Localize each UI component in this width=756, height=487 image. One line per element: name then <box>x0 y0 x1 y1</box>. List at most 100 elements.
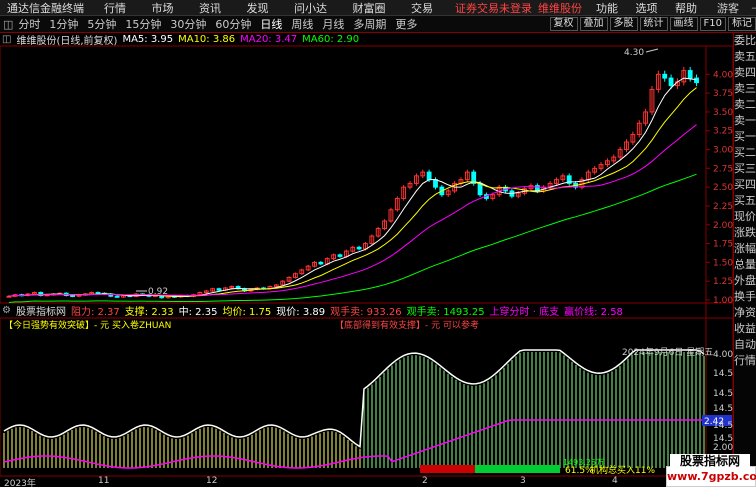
stat-vol: 1493.25万 <box>563 458 604 467</box>
side-item[interactable]: 买一 <box>734 129 756 145</box>
side-item[interactable]: 自动 <box>734 337 756 353</box>
candle-body <box>477 182 483 196</box>
legend-ma5: MA5: 3.95 <box>122 34 174 45</box>
sub-y-tick-label: 4.00 <box>713 350 733 360</box>
sub-y-tick-label: 14.50 <box>713 389 733 399</box>
ind-resist: 阻力: 2.37 <box>70 307 120 317</box>
annot-left: 【今日强势有效突破】- 元 买入卷ZHUAN <box>4 319 171 331</box>
ind-avg: 均价: 1.75 <box>222 307 272 317</box>
watermark-title: 股票指标网 <box>670 454 750 468</box>
sub-y-tick-label: 14.50 <box>713 421 733 431</box>
y-tick-label: 3.25 <box>713 127 733 137</box>
side-item[interactable]: 涨跌 <box>734 225 756 241</box>
ind-winline: 赢价线: 2.58 <box>564 307 623 317</box>
indicator-envelope <box>3 349 705 448</box>
ind-price: 现价: 3.89 <box>276 307 326 317</box>
date-tick: 11 <box>98 476 110 486</box>
side-item[interactable]: 卖三 <box>734 81 756 97</box>
date-tick: 4 <box>612 476 618 486</box>
y-tick-label: 1.25 <box>713 277 733 287</box>
candle-body <box>337 254 343 257</box>
ind-mid: 中: 2.35 <box>178 307 218 317</box>
app-window: 通达信金融终端 行情 市场 资讯 发现 问小达 财富圈 交易 证券交易未登录 维… <box>0 0 756 487</box>
date-tick: 2 <box>422 476 428 486</box>
date-tick: 3 <box>520 476 526 486</box>
kline-chart[interactable]: 4.00 3.75 3.50 3.25 3.00 2.75 2.50 2.25 2.00 1.75… <box>0 0 733 487</box>
side-item[interactable]: 净资 <box>734 305 756 321</box>
watermark: 股票指标网 www.7gpzb.com <box>666 454 756 487</box>
candle-body <box>662 73 668 79</box>
stat-green-bar <box>475 465 560 473</box>
legend-ma10: MA10: 3.86 <box>178 34 236 45</box>
ind-sell2: 观手卖: 1493.25 <box>406 307 485 317</box>
watermark-url: www.7gpzb.com <box>667 470 756 483</box>
sub-y-tick-label: 14.50 <box>713 369 733 379</box>
annot-mid: 【底部得到有效支撑】- 元 可以参考 <box>335 319 479 331</box>
side-item[interactable]: 卖五 <box>734 49 756 65</box>
side-item[interactable]: 收益 <box>734 321 756 337</box>
legend-square-icon[interactable]: ◫ <box>2 34 11 45</box>
ma-legend: ◫ 维维股份(日线,前复权) MA5: 3.95 MA10: 3.86 MA20… <box>0 33 756 46</box>
side-item[interactable]: 买四 <box>734 177 756 193</box>
sub-y-tick-label: 2.00 <box>713 443 733 453</box>
y-tick-label: 1.75 <box>713 240 733 250</box>
candle-body <box>114 295 120 298</box>
low-label: 0.92 <box>148 287 168 297</box>
ma-line-ma10 <box>8 87 697 297</box>
date-tick: 2023年 <box>4 479 36 487</box>
candle-body <box>687 70 693 79</box>
y-tick-label: 2.75 <box>713 164 733 174</box>
minimize-icon[interactable]: – <box>747 1 756 14</box>
date-axis: 2023年 11 12 2 3 4 <box>0 476 733 487</box>
candle-body <box>216 288 222 291</box>
indicator-name: 股票指标网 <box>15 307 66 317</box>
sub-panel-frame <box>0 317 733 477</box>
legend-ma60: MA60: 2.90 <box>302 34 360 45</box>
legend-title: 维维股份(日线,前复权) <box>16 36 118 46</box>
candle-body <box>95 291 101 294</box>
stat-red-bar <box>420 465 475 473</box>
candle-body <box>668 77 674 87</box>
quote-side-panel: 委比 卖五 卖四 卖三 卖二 卖一 买一 买二 买三 买四 买五 现价 涨跌 涨幅 总量 外盘 换手 净资 收益 自动… <box>733 33 756 487</box>
main-panel-frame <box>0 45 733 304</box>
annot-date: 2024年9月6日 星期五 <box>622 346 713 358</box>
ind-support: 支撑: 2.33 <box>124 307 174 317</box>
side-item[interactable]: 买五 <box>734 193 756 209</box>
side-item[interactable]: 委比 <box>734 33 756 49</box>
candle-body <box>318 261 324 265</box>
side-item[interactable]: 买三 <box>734 161 756 177</box>
side-item[interactable]: 行情 <box>734 353 756 369</box>
y-tick-label: 1.50 <box>713 258 733 268</box>
window-buttons: – □ × <box>747 1 756 14</box>
sub-y-tick-label: 14.50 <box>713 404 733 414</box>
ma-line-ma20 <box>8 124 697 297</box>
ma-line-ma5 <box>8 77 697 298</box>
candle-body <box>70 294 75 297</box>
side-item[interactable]: 总量 <box>734 257 756 273</box>
side-item[interactable]: 现价 <box>734 209 756 225</box>
ind-sell1: 观手卖: 933.26 <box>330 307 402 317</box>
side-item[interactable]: 卖四 <box>734 65 756 81</box>
peak-label: 4.30 <box>624 48 644 58</box>
candle-body <box>694 77 699 84</box>
indicator-gear-icon[interactable]: ⚙ <box>2 305 11 316</box>
y-tick-label: 2.25 <box>713 202 733 212</box>
y-tick-label: 3.75 <box>713 89 733 99</box>
y-tick-label: 2.00 <box>713 221 733 231</box>
side-item[interactable]: 外盘 <box>734 273 756 289</box>
y-tick-label: 2.50 <box>713 183 733 193</box>
date-tick: 12 <box>206 476 218 486</box>
side-item[interactable]: 换手 <box>734 289 756 305</box>
y-tick-label: 3.00 <box>713 146 733 156</box>
side-item[interactable]: 卖二 <box>734 97 756 113</box>
side-item[interactable]: 卖一 <box>734 113 756 129</box>
legend-ma20: MA20: 3.47 <box>240 34 298 45</box>
y-tick-label: 4.00 <box>713 70 733 80</box>
y-tick-label: 3.50 <box>713 108 733 118</box>
candle-body <box>433 179 438 188</box>
candle-body <box>356 246 362 250</box>
side-item[interactable]: 涨幅 <box>734 241 756 257</box>
indicator-legend: ⚙ 股票指标网 阻力: 2.37 支撑: 2.33 中: 2.35 均价: 1.… <box>0 304 756 317</box>
side-item[interactable]: 买二 <box>734 145 756 161</box>
peak-pointer <box>645 48 659 53</box>
